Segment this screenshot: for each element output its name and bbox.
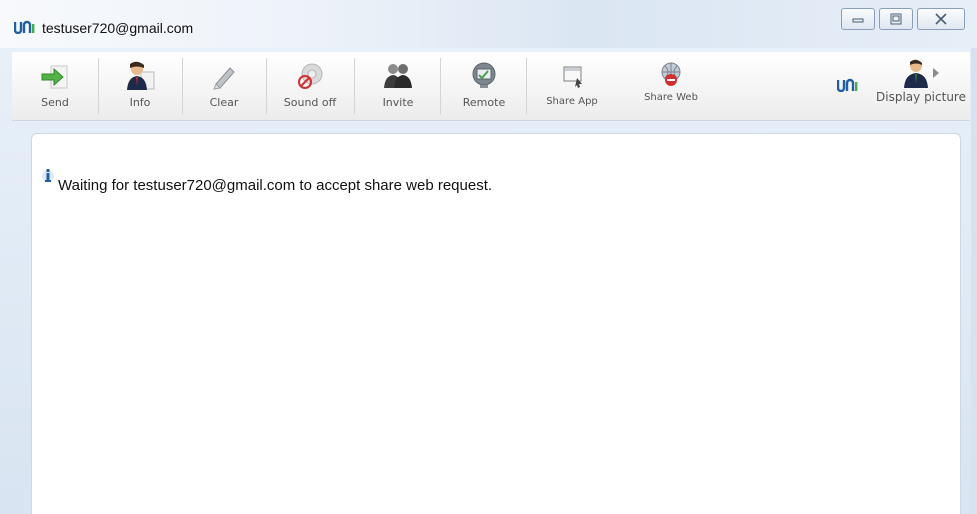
share-web-button[interactable]: Share Web <box>630 52 712 120</box>
sound-off-label: Sound off <box>283 96 337 109</box>
sound-off-icon <box>298 63 323 89</box>
minimize-icon <box>852 18 864 23</box>
remote-button[interactable]: Remote <box>446 52 522 120</box>
share-web-icon <box>661 62 681 86</box>
display-picture-button[interactable]: Display picture <box>872 52 970 120</box>
toolbar-separator <box>354 58 355 114</box>
title-bar[interactable]: testuser720@gmail.com <box>0 0 977 48</box>
chevron-right-icon[interactable] <box>932 68 940 78</box>
share-app-label: Share App <box>546 96 598 107</box>
sound-off-button[interactable]: Sound off <box>272 52 348 120</box>
display-picture-label: Display picture <box>876 90 966 104</box>
remote-monitor-icon <box>472 62 496 88</box>
close-icon <box>935 13 947 25</box>
share-web-label: Share Web <box>644 92 698 103</box>
window-frame-edge <box>971 48 977 514</box>
chat-history-pane[interactable]: Waiting for testuser720@gmail.com to acc… <box>31 133 961 514</box>
info-person-icon <box>127 61 155 90</box>
brand-logo-icon <box>837 78 858 92</box>
send-icon <box>41 65 68 89</box>
invite-button[interactable]: Invite <box>360 52 436 120</box>
remote-label: Remote <box>462 96 506 109</box>
info-label: Info <box>129 96 151 109</box>
app-logo-icon <box>14 20 35 34</box>
clear-label: Clear <box>209 96 239 109</box>
maximize-icon <box>890 13 902 25</box>
invite-people-icon <box>384 64 412 88</box>
send-button[interactable]: Send <box>16 52 94 120</box>
toolbar: Send Info Clear Sound off Invite Remote … <box>12 52 970 121</box>
info-icon <box>42 169 54 182</box>
send-label: Send <box>41 96 69 109</box>
invite-label: Invite <box>382 96 414 109</box>
minimize-button[interactable] <box>841 8 875 30</box>
share-app-button[interactable]: Share App <box>532 52 612 120</box>
toolbar-separator <box>98 58 99 114</box>
eraser-icon <box>213 67 235 90</box>
maximize-button[interactable] <box>879 8 913 30</box>
toolbar-separator <box>440 58 441 114</box>
display-picture-icon <box>904 59 928 88</box>
chat-window: testuser720@gmail.com Send Info Clear So… <box>0 0 977 514</box>
close-button[interactable] <box>917 8 965 30</box>
clear-button[interactable]: Clear <box>188 52 260 120</box>
toolbar-separator <box>526 58 527 114</box>
info-button[interactable]: Info <box>104 52 176 120</box>
system-message: Waiting for testuser720@gmail.com to acc… <box>41 169 493 194</box>
system-message-text: Waiting for testuser720@gmail.com to acc… <box>58 177 493 194</box>
share-app-icon <box>563 66 582 88</box>
toolbar-separator <box>266 58 267 114</box>
toolbar-separator <box>182 58 183 114</box>
window-title: testuser720@gmail.com <box>42 20 194 36</box>
